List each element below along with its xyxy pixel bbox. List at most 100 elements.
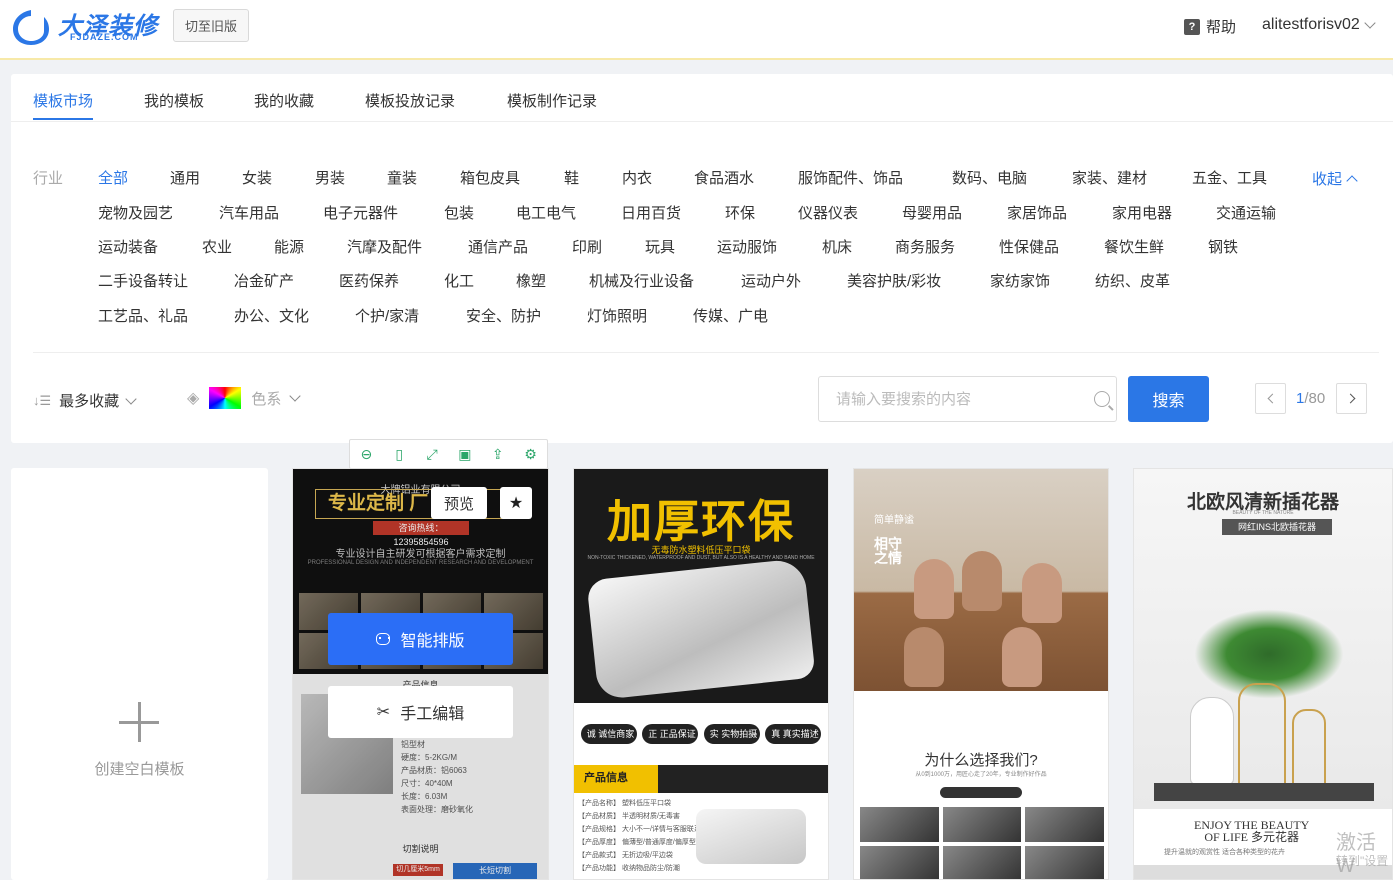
- gold-vase-image: [1292, 709, 1326, 785]
- category-item[interactable]: 日用百货: [621, 202, 681, 223]
- category-item[interactable]: 服饰配件、饰品: [798, 167, 903, 188]
- tab-placement-records[interactable]: 模板投放记录: [365, 90, 455, 111]
- prev-page-button[interactable]: [1255, 383, 1286, 414]
- template-text: 提升温就的观赏性 适合各种类型的花卉: [1164, 849, 1285, 856]
- search-icon[interactable]: [1094, 391, 1110, 407]
- chevron-up-icon: [1346, 175, 1358, 187]
- category-item[interactable]: 家装、建材: [1072, 167, 1147, 188]
- template-card[interactable]: 简单静谧 相守之情 为什么选择我们? 从0到1000万，用匠心走了20年，专业制…: [853, 468, 1109, 880]
- category-item[interactable]: 童装: [387, 167, 417, 188]
- category-item[interactable]: 医药保养: [339, 270, 399, 291]
- category-item[interactable]: 机械及行业设备: [589, 270, 694, 291]
- search-button[interactable]: 搜索: [1128, 376, 1209, 422]
- template-card[interactable]: 加厚环保 无毒防水塑料低压平口袋 NON-TOXIC THICKENED, WA…: [573, 468, 829, 880]
- mobile-icon[interactable]: ▯: [383, 440, 416, 468]
- tab-my-favorites[interactable]: 我的收藏: [254, 90, 314, 111]
- favorite-star-icon[interactable]: ★: [500, 487, 532, 519]
- category-item[interactable]: 电工电气: [516, 202, 576, 223]
- category-item[interactable]: 橡塑: [516, 270, 546, 291]
- color-label: 色系: [251, 390, 282, 408]
- category-item[interactable]: 纺织、皮革: [1095, 270, 1170, 291]
- template-text: 网红INS北欧插花器: [1222, 519, 1332, 535]
- category-item[interactable]: 汽车用品: [219, 202, 279, 223]
- expand-icon[interactable]: ⤢: [416, 440, 449, 468]
- category-item[interactable]: 运动装备: [98, 236, 158, 257]
- sort-dropdown[interactable]: ↓☰ 最多收藏: [33, 390, 137, 411]
- save-icon[interactable]: ▣: [448, 440, 481, 468]
- template-card[interactable]: 大牌铝业有限公司 专业定制 厂 咨询热线：12395854596 专业设计自主研…: [292, 468, 549, 880]
- search-field[interactable]: [818, 376, 1117, 422]
- logo-icon[interactable]: [10, 7, 52, 47]
- category-item[interactable]: 电子元器件: [323, 202, 398, 223]
- create-blank-template-card[interactable]: 创建空白模板: [11, 468, 268, 880]
- category-item[interactable]: 数码、电脑: [952, 167, 1027, 188]
- category-item[interactable]: 包装: [444, 202, 474, 223]
- category-item[interactable]: 性保健品: [999, 236, 1059, 257]
- filter-panel: 模板市场 我的模板 我的收藏 模板投放记录 模板制作记录 行业 全部 通用 女装…: [11, 74, 1393, 443]
- category-item[interactable]: 内衣: [622, 167, 652, 188]
- tab-my-templates[interactable]: 我的模板: [144, 90, 204, 111]
- category-item[interactable]: 二手设备转让: [98, 270, 188, 291]
- smart-layout-button[interactable]: 智能排版: [328, 613, 513, 665]
- category-item[interactable]: 宠物及园艺: [98, 202, 173, 223]
- category-item[interactable]: 食品酒水: [694, 167, 754, 188]
- collapse-categories-button[interactable]: 收起: [1312, 168, 1358, 189]
- share-icon[interactable]: ⇪: [481, 440, 514, 468]
- category-item[interactable]: 冶金矿产: [234, 270, 294, 291]
- category-item[interactable]: 五金、工具: [1192, 167, 1267, 188]
- category-item[interactable]: 交通运输: [1216, 202, 1276, 223]
- zoom-icon[interactable]: ⊖: [350, 440, 383, 468]
- tab-production-records[interactable]: 模板制作记录: [507, 90, 597, 111]
- tab-template-market[interactable]: 模板市场: [33, 90, 94, 120]
- category-item[interactable]: 灯饰照明: [587, 305, 647, 326]
- category-item[interactable]: 玩具: [645, 236, 675, 257]
- color-filter-dropdown[interactable]: ◈ 色系: [187, 387, 301, 409]
- gold-vase-image: [1238, 683, 1286, 785]
- category-item[interactable]: 仪器仪表: [798, 202, 858, 223]
- category-item[interactable]: 家纺家饰: [990, 270, 1050, 291]
- category-item[interactable]: 商务服务: [895, 236, 955, 257]
- category-item[interactable]: 箱包皮具: [460, 167, 520, 188]
- user-menu[interactable]: alitestforisv02: [1262, 16, 1376, 34]
- category-item[interactable]: 化工: [444, 270, 474, 291]
- top-header: 大泽装修 FJDAZE.COM 切至旧版 ? 帮助 alitestforisv0…: [0, 0, 1393, 60]
- category-item[interactable]: 女装: [242, 167, 272, 188]
- category-item[interactable]: 汽摩及配件: [347, 236, 422, 257]
- create-blank-label: 创建空白模板: [94, 761, 185, 778]
- category-item[interactable]: 能源: [274, 236, 304, 257]
- next-page-button[interactable]: [1336, 383, 1367, 414]
- category-item[interactable]: 环保: [725, 202, 755, 223]
- category-item[interactable]: 钢铁: [1208, 236, 1238, 257]
- category-item[interactable]: 机床: [822, 236, 852, 257]
- category-item[interactable]: 传媒、广电: [693, 305, 768, 326]
- category-item[interactable]: 个护/家清: [355, 305, 419, 326]
- category-item[interactable]: 男装: [315, 167, 345, 188]
- category-item[interactable]: 运动服饰: [717, 236, 777, 257]
- category-item[interactable]: 印刷: [572, 236, 602, 257]
- feature-badge: 正 正品保证: [642, 724, 699, 744]
- category-item[interactable]: 母婴用品: [902, 202, 962, 223]
- help-link[interactable]: ? 帮助: [1184, 16, 1236, 37]
- settings-gear-icon[interactable]: ⚙: [514, 440, 547, 468]
- category-item[interactable]: 办公、文化: [234, 305, 309, 326]
- category-item[interactable]: 通用: [170, 167, 200, 188]
- figurine-image: [962, 551, 1002, 611]
- template-card[interactable]: 北欧风清新插花器 BEAUTY OF THE NATURE 网红INS北欧插花器…: [1133, 468, 1393, 880]
- category-item[interactable]: 通信产品: [468, 236, 528, 257]
- category-item[interactable]: 家用电器: [1112, 202, 1172, 223]
- category-item[interactable]: 鞋: [564, 167, 579, 188]
- manual-edit-button[interactable]: ✂ 手工编辑: [328, 686, 513, 738]
- search-input[interactable]: [836, 390, 1086, 408]
- category-item[interactable]: 家居饰品: [1007, 202, 1067, 223]
- switch-old-version-button[interactable]: 切至旧版: [173, 9, 249, 42]
- preview-button[interactable]: 预览: [431, 487, 487, 519]
- help-label: 帮助: [1206, 19, 1237, 36]
- category-item[interactable]: 农业: [202, 236, 232, 257]
- category-item[interactable]: 全部: [98, 167, 128, 188]
- category-item[interactable]: 餐饮生鲜: [1104, 236, 1164, 257]
- category-item[interactable]: 美容护肤/彩妆: [847, 270, 941, 291]
- template-text: 加厚环保: [606, 496, 795, 547]
- category-item[interactable]: 工艺品、礼品: [98, 305, 188, 326]
- category-item[interactable]: 安全、防护: [466, 305, 541, 326]
- category-item[interactable]: 运动户外: [741, 270, 801, 291]
